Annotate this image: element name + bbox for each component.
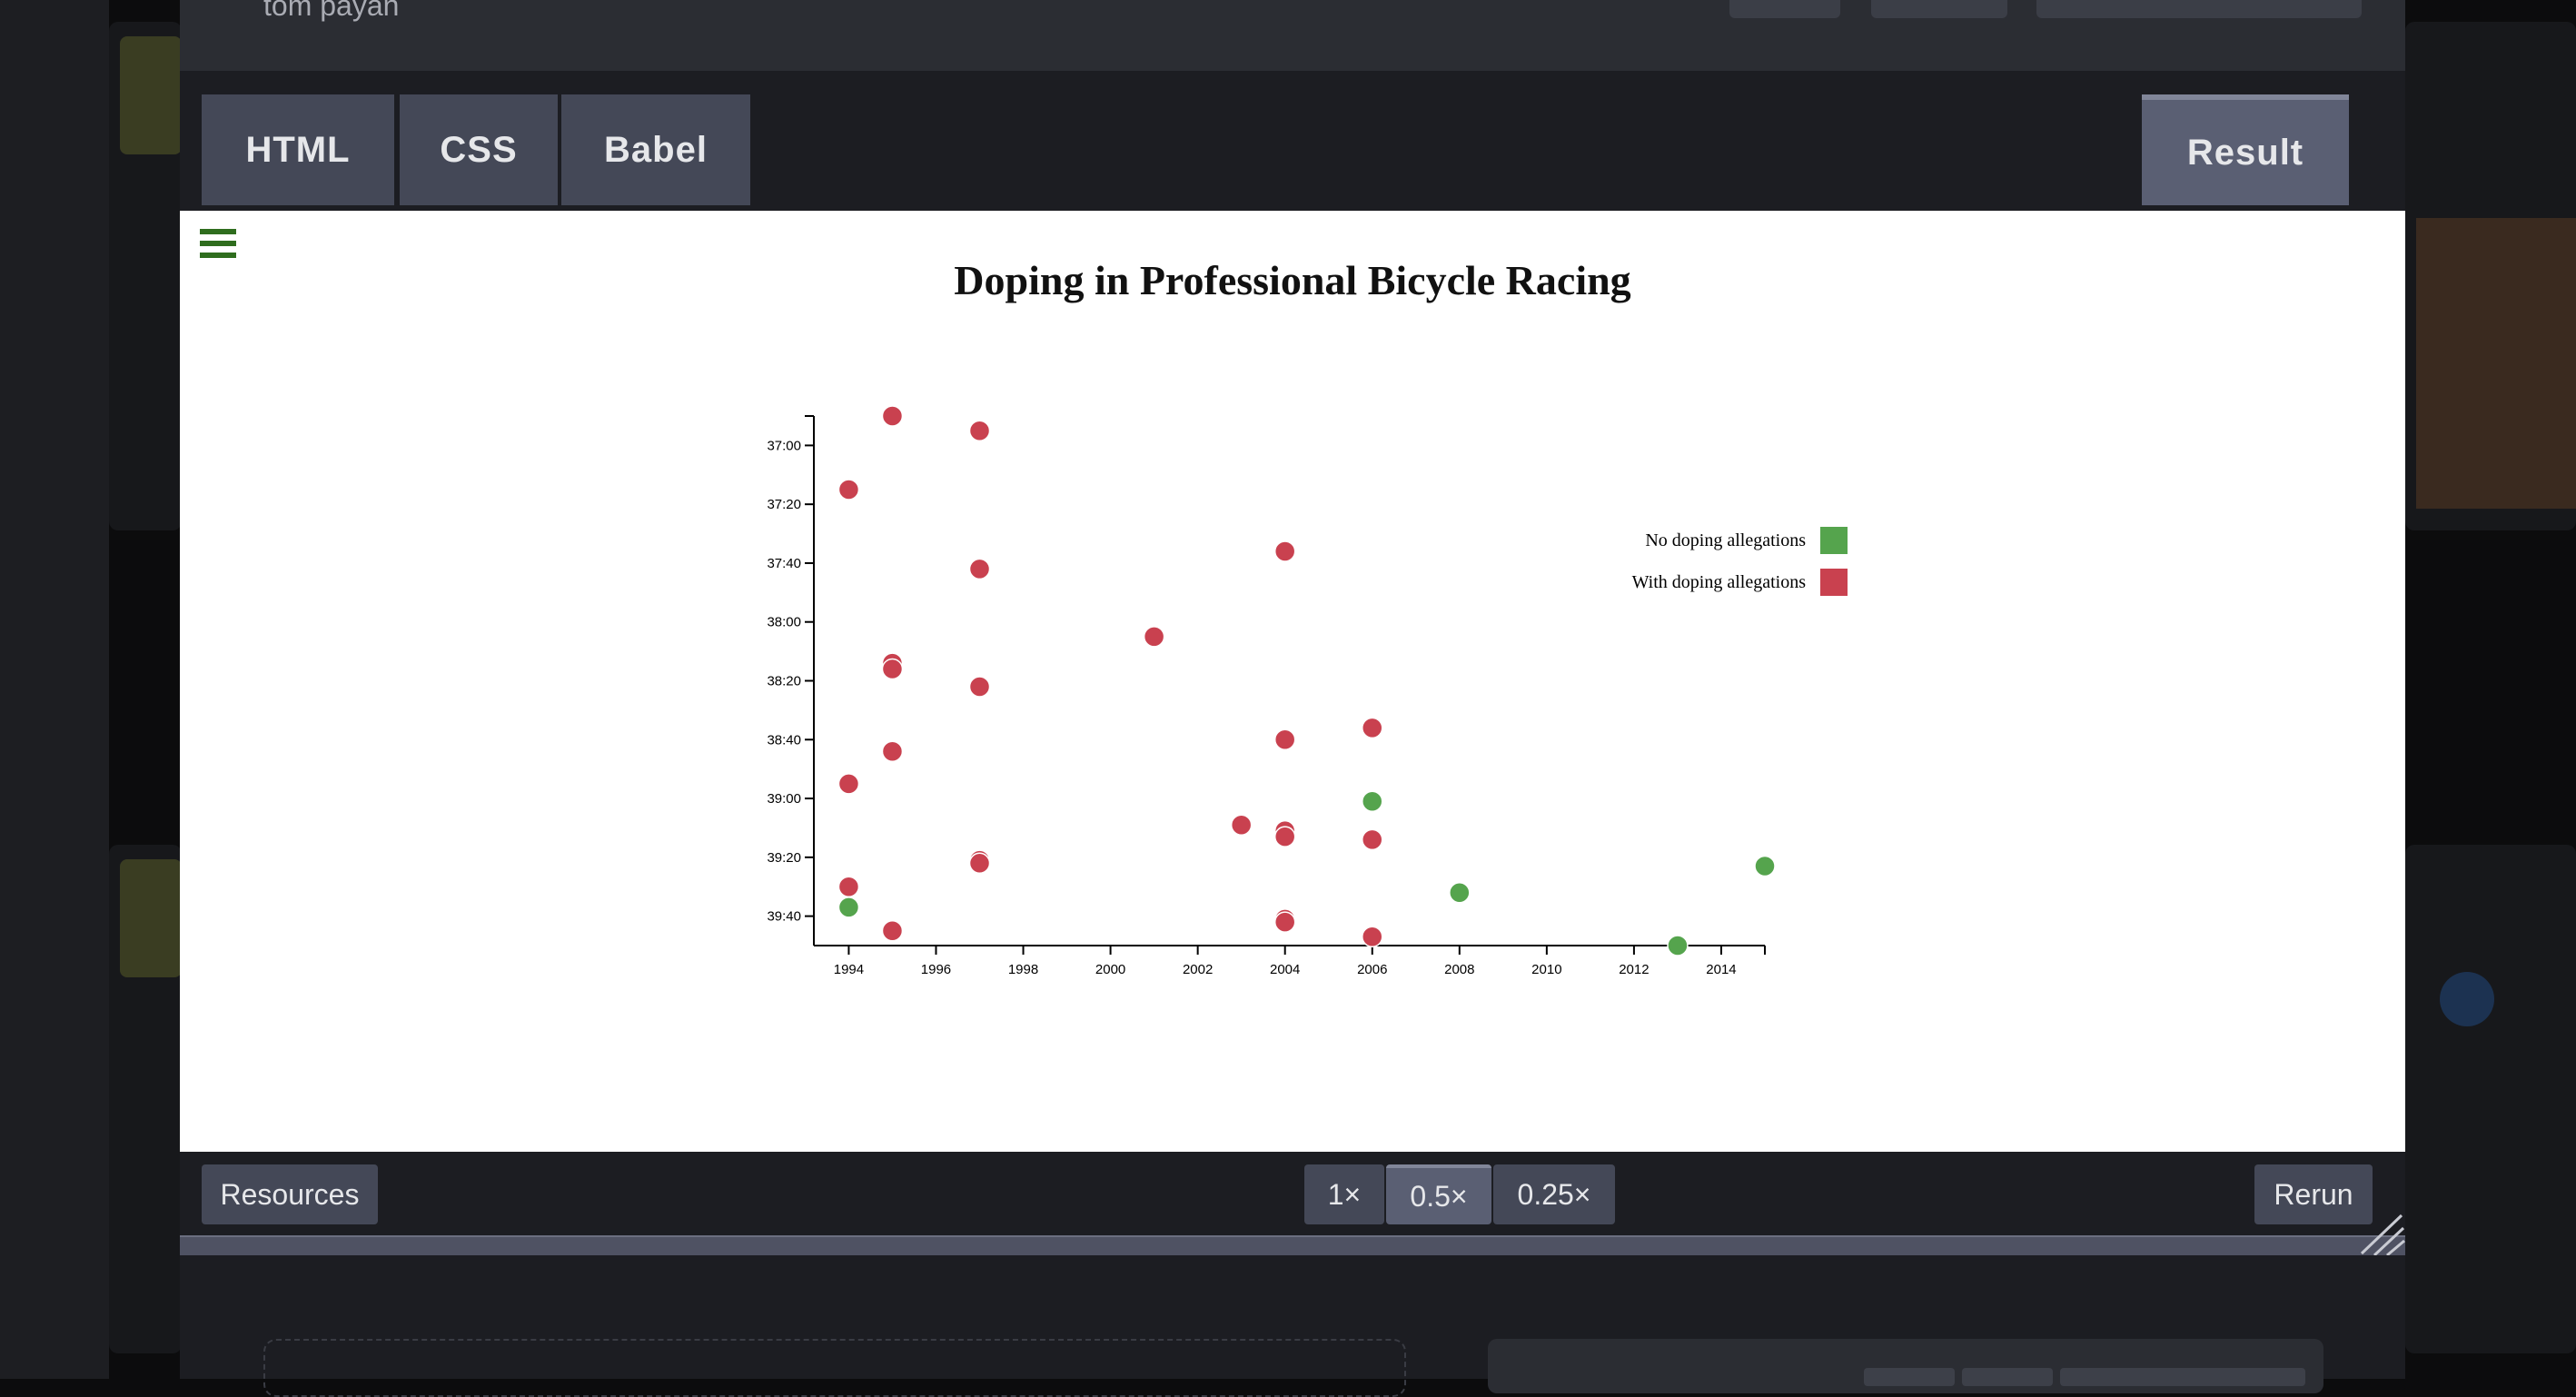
data-point: [1273, 728, 1296, 751]
pen-modal: tom payan HTML CSS Babel Result Doping i…: [180, 0, 2405, 1397]
x-tick-label: 2012: [1619, 962, 1649, 977]
y-tick-label: 39:20: [767, 850, 801, 866]
result-pane: Doping in Professional Bicycle Racing 19…: [180, 211, 2405, 1152]
legend-label: With doping allegations: [1632, 572, 1807, 592]
data-point: [968, 558, 991, 580]
x-tick-label: 2000: [1095, 962, 1125, 977]
data-point: [968, 420, 991, 441]
x-tick-label: 2004: [1270, 962, 1300, 977]
modal-header: tom payan: [180, 0, 2405, 71]
x-tick-label: 2010: [1531, 962, 1561, 977]
y-tick-label: 38:40: [767, 732, 801, 748]
y-tick-label: 39:40: [767, 909, 801, 925]
bottom-toolbar: Resources 1× 0.5× 0.25× Rerun: [180, 1152, 2405, 1235]
drop-zone: [263, 1339, 1406, 1397]
data-point: [1754, 855, 1776, 877]
data-point: [1143, 626, 1165, 648]
data-point: [1362, 790, 1383, 813]
background-card: [2405, 845, 2576, 1353]
legend-swatch: [1820, 527, 1848, 554]
tab-babel[interactable]: Babel: [561, 94, 750, 205]
x-tick-label: 2014: [1706, 962, 1736, 977]
x-tick-label: 1998: [1008, 962, 1038, 977]
zoom-0.25x-button[interactable]: 0.25×: [1493, 1164, 1615, 1224]
tab-css[interactable]: CSS: [400, 94, 558, 205]
data-point: [1667, 935, 1689, 956]
y-tick-label: 37:00: [767, 438, 801, 453]
data-point: [968, 852, 991, 875]
background-heading: [2405, 33, 2576, 87]
author-name[interactable]: tom payan: [263, 0, 399, 23]
data-point: [881, 405, 904, 427]
data-point: [837, 773, 860, 795]
background-thumbnail: [120, 859, 182, 977]
y-tick-label: 37:20: [767, 497, 801, 512]
legend-label: No doping allegations: [1645, 530, 1806, 550]
y-tick-label: 38:00: [767, 615, 801, 630]
x-tick-label: 2006: [1357, 962, 1387, 977]
data-point: [881, 740, 904, 762]
y-tick-label: 38:20: [767, 674, 801, 689]
tab-result[interactable]: Result: [2142, 94, 2349, 205]
side-panel-button[interactable]: [1962, 1368, 2053, 1386]
data-point: [881, 920, 904, 942]
tab-html[interactable]: HTML: [202, 94, 394, 205]
y-tick-label: 39:00: [767, 791, 801, 807]
data-point: [837, 876, 860, 897]
resources-button[interactable]: Resources: [202, 1164, 378, 1224]
zoom-0.5x-button[interactable]: 0.5×: [1386, 1164, 1491, 1224]
background-image: [2416, 218, 2576, 509]
data-point: [1273, 911, 1296, 933]
side-panel-button[interactable]: [2060, 1368, 2305, 1386]
y-tick-label: 37:40: [767, 556, 801, 571]
background-thumbnail: [120, 36, 182, 154]
data-point: [1362, 828, 1383, 851]
header-button[interactable]: [1871, 0, 2007, 18]
scatter-chart: 1994 1996 1998 2000 2002 2004 2006 2008 2010 2012…: [767, 405, 1848, 977]
data-point: [1230, 814, 1253, 836]
data-point: [968, 676, 991, 698]
background-strip: [0, 0, 109, 1379]
side-panel-button[interactable]: [1864, 1368, 1955, 1386]
resize-handle-icon[interactable]: [2354, 1208, 2405, 1255]
data-point: [837, 897, 860, 918]
data-point: [1273, 826, 1296, 847]
x-tick-label: 1996: [921, 962, 951, 977]
data-point: [837, 479, 860, 500]
x-tick-label: 2008: [1444, 962, 1474, 977]
x-tick-label: 1994: [834, 962, 864, 977]
data-point: [1449, 881, 1471, 904]
editor-tabbar: HTML CSS Babel Result: [180, 71, 2405, 211]
data-point: [1273, 540, 1296, 562]
header-button[interactable]: [1729, 0, 1840, 18]
zoom-1x-button[interactable]: 1×: [1304, 1164, 1384, 1224]
x-tick-label: 2002: [1183, 962, 1213, 977]
data-point: [1362, 926, 1383, 948]
data-point: [1362, 717, 1383, 739]
background-dot: [2440, 972, 2494, 1026]
data-point: [881, 658, 904, 680]
legend-swatch: [1820, 569, 1848, 596]
header-button[interactable]: [2036, 0, 2362, 18]
pane-resize-bar[interactable]: [180, 1235, 2405, 1257]
